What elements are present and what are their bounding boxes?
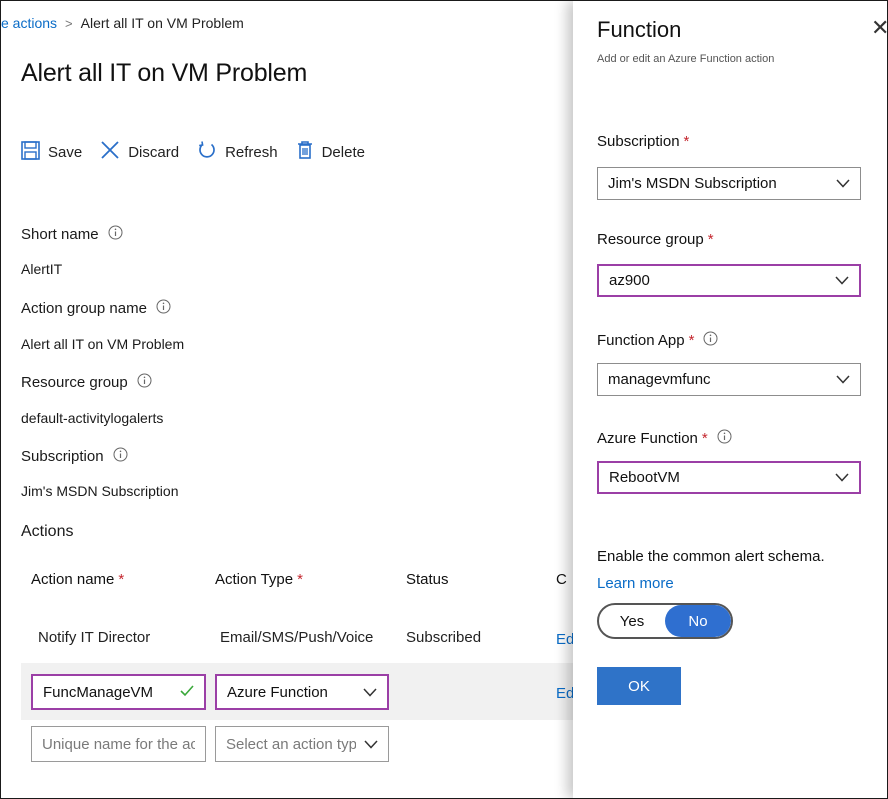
refresh-label: Refresh (225, 143, 278, 161)
short-name-value: AlertIT (21, 261, 63, 277)
new-action-name-input[interactable]: Unique name for the ac... (31, 726, 206, 762)
required-marker: * (118, 571, 125, 588)
window: e actions > Alert all IT on VM Problem Ale… (0, 0, 888, 799)
close-icon (100, 140, 128, 164)
checkmark-icon (180, 684, 194, 701)
action-name-header-text: Action name (31, 571, 115, 588)
actions-heading: Actions (21, 523, 74, 540)
resource-group-value: default-activitylogalerts (21, 410, 164, 426)
info-icon[interactable] (703, 331, 718, 350)
action-type-header-text: Action Type (215, 571, 294, 588)
delete-button[interactable]: Delete (296, 140, 365, 164)
info-icon[interactable] (717, 429, 732, 448)
subscription-field-label: Subscription * (597, 133, 689, 150)
action-group-name-label: Action group name (21, 299, 171, 318)
action-name-input[interactable]: FuncManageVM (31, 674, 206, 710)
row1-action-type: Email/SMS/Push/Voice (220, 629, 374, 646)
discard-label: Discard (128, 143, 180, 161)
function-app-field-label: Function App * (597, 331, 718, 350)
resource-group-dropdown-value: az900 (609, 272, 650, 289)
toggle-yes-option[interactable]: Yes (599, 605, 665, 637)
chevron-down-icon (836, 371, 850, 388)
subscription-value: Jim's MSDN Subscription (21, 483, 179, 499)
breadcrumb-parent-link[interactable]: e actions (1, 15, 57, 31)
azure-function-dropdown-value: RebootVM (609, 469, 680, 486)
subscription-field-label-text: Subscription (597, 133, 680, 150)
action-group-blade: e actions > Alert all IT on VM Problem Ale… (1, 1, 574, 798)
action-name-input-value: FuncManageVM (43, 683, 154, 701)
learn-more-link[interactable]: Learn more (597, 575, 674, 592)
short-name-label: Short name (21, 225, 123, 244)
chevron-down-icon (364, 736, 378, 753)
new-action-type-select[interactable]: Select an action type (215, 726, 389, 762)
ok-button[interactable]: OK (597, 667, 681, 705)
breadcrumb-separator: > (65, 16, 73, 31)
azure-function-field-label: Azure Function * (597, 429, 732, 448)
info-icon[interactable] (137, 373, 152, 392)
new-action-type-placeholder: Select an action type (226, 735, 356, 753)
chevron-down-icon (363, 684, 377, 701)
chevron-down-icon (835, 469, 849, 486)
panel-subtitle: Add or edit an Azure Function action (597, 53, 775, 65)
column-header-configure[interactable]: C (556, 571, 567, 588)
function-app-dropdown-value: managevmfunc (608, 371, 711, 388)
info-icon[interactable] (156, 299, 171, 318)
resource-group-dropdown[interactable]: az900 (597, 264, 861, 297)
schema-text: Enable the common alert schema. (597, 548, 825, 565)
breadcrumb: e actions > Alert all IT on VM Problem (1, 15, 244, 31)
required-marker: * (707, 231, 714, 248)
required-marker: * (683, 133, 690, 150)
column-header-action-type[interactable]: Action Type * (215, 571, 303, 588)
subscription-dropdown[interactable]: Jim's MSDN Subscription (597, 167, 861, 200)
new-action-name-placeholder: Unique name for the ac... (42, 735, 195, 753)
toggle-no-option[interactable]: No (665, 605, 731, 637)
azure-function-field-label-text: Azure Function (597, 430, 698, 447)
action-group-name-value: Alert all IT on VM Problem (21, 336, 185, 352)
required-marker: * (701, 430, 708, 447)
function-panel: Function Add or edit an Azure Function a… (573, 1, 887, 798)
refresh-icon (197, 140, 225, 164)
discard-button[interactable]: Discard (100, 140, 179, 164)
info-icon[interactable] (113, 447, 128, 466)
save-icon (21, 140, 48, 164)
chevron-down-icon (835, 272, 849, 289)
common-alert-schema-label: Enable the common alert schema. Learn mo… (597, 543, 857, 597)
row1-edit-link[interactable]: Ed (556, 631, 574, 648)
save-button[interactable]: Save (21, 140, 83, 164)
command-bar: Save Discard Refresh Delete (21, 140, 383, 164)
column-header-status[interactable]: Status (406, 571, 449, 588)
azure-function-dropdown[interactable]: RebootVM (597, 461, 861, 494)
function-app-field-label-text: Function App (597, 332, 685, 349)
resource-group-field-label-text: Resource group (597, 231, 704, 248)
resource-group-label: Resource group (21, 373, 152, 392)
action-type-select[interactable]: Azure Function (215, 674, 389, 710)
common-schema-toggle[interactable]: Yes No (597, 603, 733, 639)
resource-group-field-label: Resource group * (597, 231, 714, 248)
page-title: Alert all IT on VM Problem (21, 59, 308, 87)
short-name-label-text: Short name (21, 226, 99, 243)
breadcrumb-current: Alert all IT on VM Problem (80, 15, 244, 31)
chevron-down-icon (836, 175, 850, 192)
subscription-dropdown-value: Jim's MSDN Subscription (608, 175, 777, 192)
subscription-label: Subscription (21, 447, 128, 466)
row1-status: Subscribed (406, 629, 482, 646)
action-type-select-value: Azure Function (227, 683, 328, 701)
save-label: Save (48, 143, 83, 161)
row2-edit-link[interactable]: Ed (556, 685, 574, 702)
info-icon[interactable] (108, 225, 123, 244)
function-app-dropdown[interactable]: managevmfunc (597, 363, 861, 396)
required-marker: * (297, 571, 303, 588)
refresh-button[interactable]: Refresh (197, 140, 278, 164)
resource-group-label-text: Resource group (21, 374, 128, 391)
close-panel-button[interactable]: ✕ (871, 15, 887, 41)
panel-title: Function (597, 17, 682, 42)
subscription-label-text: Subscription (21, 448, 104, 465)
column-header-action-name[interactable]: Action name * (31, 571, 124, 588)
action-group-name-label-text: Action group name (21, 300, 147, 317)
required-marker: * (688, 332, 695, 349)
row1-action-name: Notify IT Director (38, 629, 151, 646)
trash-icon (296, 140, 322, 164)
delete-label: Delete (321, 143, 365, 161)
